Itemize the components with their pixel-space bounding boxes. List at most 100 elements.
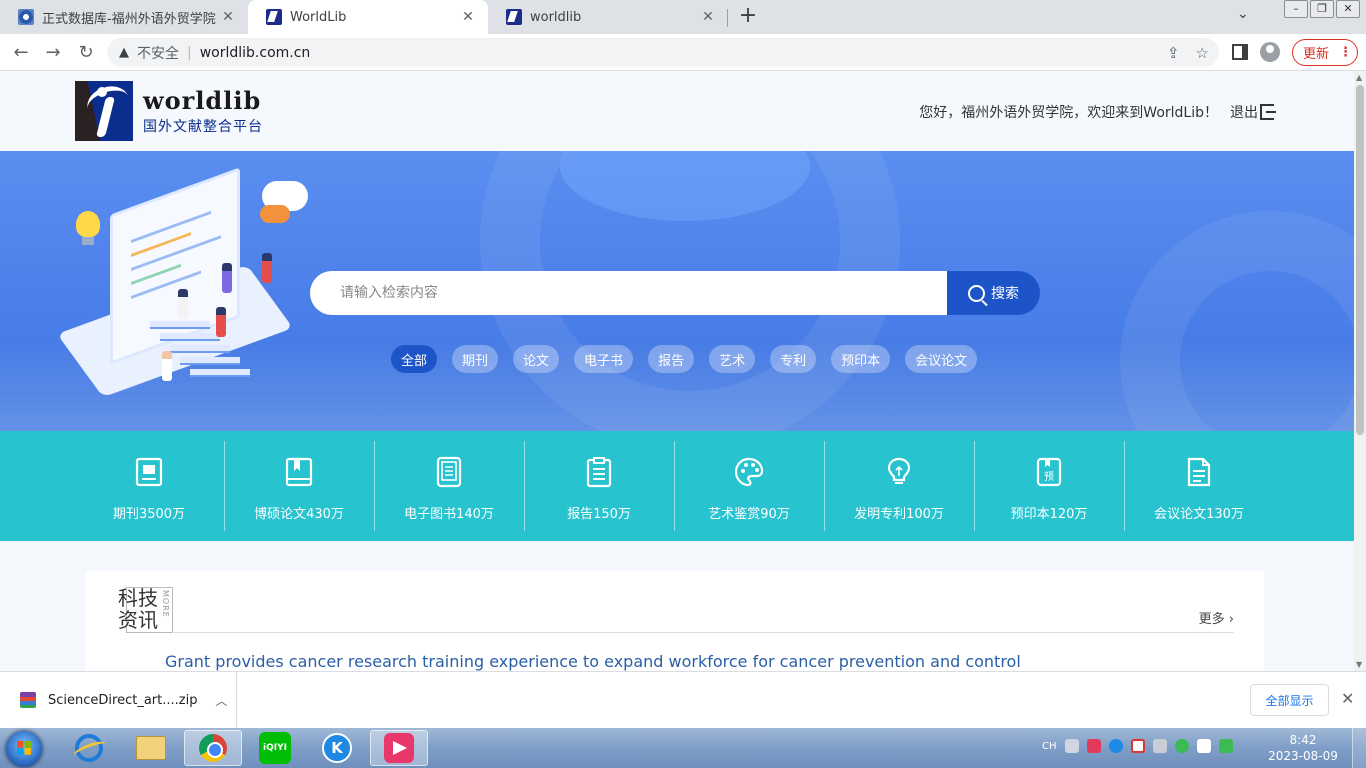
taskbar-iqiyi[interactable]: iQIYI	[246, 730, 304, 766]
profile-icon[interactable]	[1260, 42, 1280, 62]
category-ebook[interactable]: 电子书	[574, 345, 634, 373]
warning-icon: ▲	[119, 45, 129, 60]
category-journal[interactable]: 期刊	[452, 345, 499, 373]
url-text: worldlib.com.cn	[199, 44, 311, 61]
news-link[interactable]: Grant provides cancer research training …	[165, 652, 1021, 671]
minimize-button[interactable]: –	[1284, 0, 1308, 18]
start-button[interactable]	[6, 731, 42, 767]
stat-report[interactable]: 报告150万	[524, 441, 674, 531]
clock-time: 8:42	[1289, 733, 1317, 747]
web-page: worldlib 国外文献整合平台 您好，福州外语外贸学院，欢迎来到WorldL…	[0, 71, 1354, 671]
tab-worldlib-active[interactable]: WorldLib ✕	[248, 0, 488, 34]
volume-muted-icon[interactable]	[1152, 739, 1167, 753]
more-news-link[interactable]: 更多 ›	[1199, 608, 1234, 627]
close-icon[interactable]: ✕	[218, 7, 238, 27]
tray-app-icon[interactable]	[1174, 739, 1189, 753]
search-bar: 搜索	[310, 271, 1040, 315]
stat-label: 预印本120万	[1010, 507, 1088, 522]
tray-app-icon[interactable]	[1196, 739, 1211, 753]
user-greeting: 您好，福州外语外贸学院，欢迎来到WorldLib！ 退出	[919, 102, 1276, 122]
menu-icon: ⋮	[1339, 45, 1353, 60]
update-button[interactable]: 更新 ⋮	[1292, 39, 1358, 66]
stat-patent[interactable]: 发明专利100万	[824, 441, 974, 531]
tray-app-icon[interactable]	[1086, 739, 1101, 753]
show-all-button[interactable]: 全部显示	[1250, 684, 1329, 716]
tab-database[interactable]: 正式数据库-福州外语外贸学院 图 ✕	[0, 0, 248, 34]
logout-label: 退出	[1230, 105, 1258, 121]
document-icon	[1182, 455, 1216, 489]
logout-button[interactable]: 退出	[1230, 102, 1276, 122]
category-report[interactable]: 报告	[648, 345, 695, 373]
stat-preprint[interactable]: 预 预印本120万	[974, 441, 1124, 531]
page-scrollbar[interactable]: ▲ ▼	[1354, 71, 1366, 671]
collection-stats: 期刊3500万 博硕论文430万 电子图书140万 报告150万 艺术鉴赏90万…	[0, 431, 1354, 541]
search-input[interactable]	[310, 271, 947, 315]
address-bar[interactable]: ▲ 不安全 | worldlib.com.cn ⇪ ☆	[107, 38, 1219, 67]
category-all[interactable]: 全部	[391, 345, 438, 373]
book-icon	[282, 455, 316, 489]
iqiyi-icon: iQIYI	[259, 732, 291, 764]
stat-ebook[interactable]: 电子图书140万	[374, 441, 524, 531]
close-icon[interactable]: ✕	[698, 7, 718, 27]
kuwo-tray-icon[interactable]	[1108, 739, 1123, 753]
worldlib-icon	[506, 9, 522, 25]
windows-taskbar: iQIYI K CH 8:42 2023-08-09	[0, 728, 1366, 768]
close-icon[interactable]: ✕	[458, 7, 478, 27]
worldlib-icon	[266, 9, 282, 25]
new-tab-button[interactable]: +	[736, 4, 760, 28]
news-title-line: 资讯	[118, 608, 158, 632]
stat-art[interactable]: 艺术鉴赏90万	[674, 441, 824, 531]
worldlib-logo-icon[interactable]	[75, 81, 133, 141]
taskbar-explorer[interactable]	[122, 730, 180, 766]
taskbar-media[interactable]	[370, 730, 428, 766]
stat-label: 报告150万	[567, 507, 631, 522]
restore-button[interactable]: ❐	[1310, 0, 1334, 18]
category-art[interactable]: 艺术	[709, 345, 756, 373]
bookmark-star-icon[interactable]: ☆	[1196, 44, 1209, 62]
category-patent[interactable]: 专利	[770, 345, 817, 373]
scroll-down-icon[interactable]: ▼	[1356, 660, 1362, 669]
ie-icon	[75, 734, 103, 762]
search-button[interactable]: 搜索	[947, 271, 1040, 315]
chevron-down-icon[interactable]: ⌄	[1237, 6, 1249, 22]
divider	[174, 632, 1234, 633]
logout-icon	[1260, 104, 1276, 120]
separator: |	[187, 44, 192, 61]
more-label: 更多	[1198, 612, 1225, 627]
network-icon[interactable]	[1218, 739, 1233, 753]
taskbar-kuwo[interactable]: K	[308, 730, 366, 766]
taskbar-chrome[interactable]	[184, 730, 242, 766]
category-thesis[interactable]: 论文	[513, 345, 560, 373]
site-logo[interactable]: worldlib 国外文献整合平台	[143, 89, 263, 136]
lightbulb-icon	[76, 211, 100, 245]
stat-journal[interactable]: 期刊3500万	[74, 441, 224, 531]
stat-label: 电子图书140万	[404, 507, 494, 522]
category-preprint[interactable]: 预印本	[831, 345, 891, 373]
reload-button[interactable]: ↻	[75, 42, 97, 64]
chevron-up-icon[interactable]: ︿	[215, 692, 227, 709]
close-icon[interactable]: ✕	[1341, 689, 1354, 708]
stat-thesis[interactable]: 博硕论文430万	[224, 441, 374, 531]
system-clock[interactable]: 8:42 2023-08-09	[1268, 732, 1338, 764]
scroll-thumb[interactable]	[1356, 85, 1364, 435]
input-language[interactable]: CH	[1042, 741, 1057, 752]
close-window-button[interactable]: ✕	[1336, 0, 1360, 18]
search-button-label: 搜索	[991, 286, 1019, 302]
show-desktop-button[interactable]	[1352, 728, 1366, 768]
tray-app-icon[interactable]	[1130, 739, 1145, 753]
site-header: worldlib 国外文献整合平台 您好，福州外语外贸学院，欢迎来到WorldL…	[0, 71, 1354, 151]
scroll-up-icon[interactable]: ▲	[1356, 73, 1362, 82]
side-panel-icon[interactable]	[1232, 44, 1248, 60]
search-icon	[968, 284, 985, 302]
tab-worldlib[interactable]: worldlib ✕	[488, 0, 728, 34]
security-label: 不安全	[137, 45, 179, 62]
back-button[interactable]: ←	[10, 42, 32, 64]
taskbar-ie[interactable]	[60, 730, 118, 766]
keyboard-icon[interactable]	[1064, 739, 1079, 753]
library-illustration	[56, 167, 330, 411]
stat-conference[interactable]: 会议论文130万	[1124, 441, 1274, 531]
forward-button[interactable]: →	[42, 42, 64, 64]
category-conference[interactable]: 会议论文	[905, 345, 978, 373]
download-item[interactable]: ScienceDirect_art....zip ︿	[0, 672, 237, 728]
share-icon[interactable]: ⇪	[1167, 44, 1180, 62]
